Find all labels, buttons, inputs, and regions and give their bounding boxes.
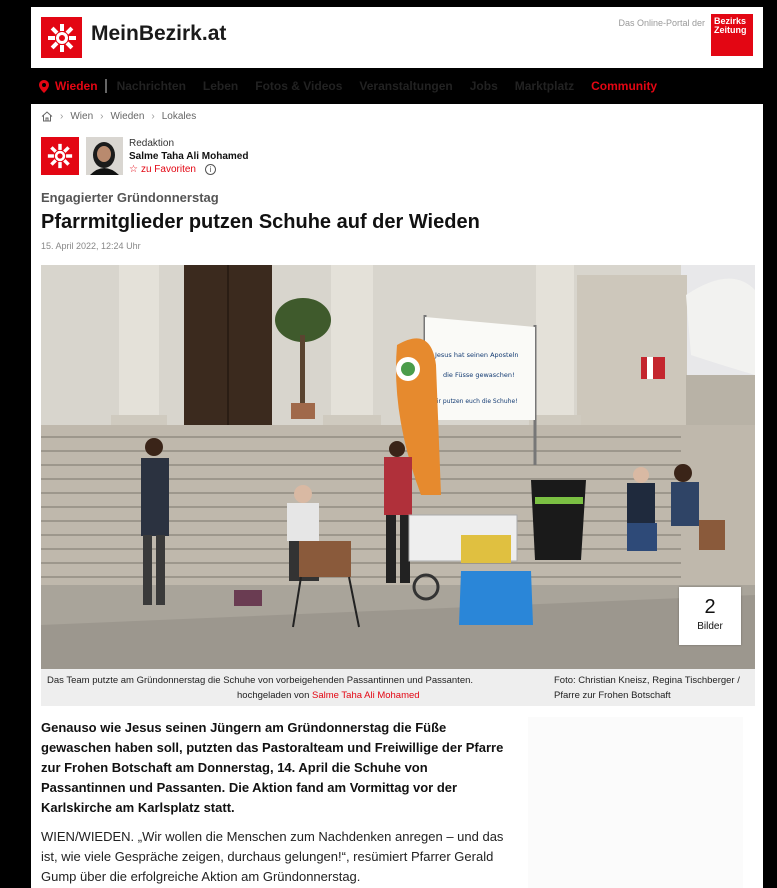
nav-item-leben[interactable]: Leben: [203, 79, 238, 93]
site-header: MeinBezirk.at Das Online-Portal der Bezi…: [31, 7, 763, 67]
article-body: WIEN/WIEDEN. „Wir wollen die Menschen zu…: [41, 829, 504, 884]
nav-label: Wieden: [55, 79, 98, 93]
author-box: Redaktion Salme Taha Ali Mohamed ☆ zu Fa…: [41, 137, 541, 177]
banner-text-2: die Füsse gewaschen!: [443, 371, 515, 379]
article-photo[interactable]: Jesus hat seinen Aposteln die Füsse gewa…: [41, 265, 755, 669]
article-kicker: Engagierter Gründonnerstag: [41, 190, 219, 205]
chevron-right-icon: ›: [60, 111, 64, 122]
location-pin-icon: [39, 79, 49, 93]
main-nav: Wieden Nachrichten Leben Fotos & Videos …: [31, 68, 763, 104]
caption-text: Das Team putzte am Gründonnerstag die Sc…: [47, 675, 474, 686]
nav-item-community[interactable]: Community: [591, 79, 657, 93]
nav-item-wieden[interactable]: Wieden: [39, 79, 107, 93]
article-date: 15. April 2022, 12:24 Uhr: [41, 241, 141, 251]
breadcrumb-wien[interactable]: Wien: [70, 111, 93, 122]
breadcrumb-wieden[interactable]: Wieden: [110, 111, 144, 122]
chevron-right-icon: ›: [151, 111, 155, 122]
portal-text: Das Online-Portal der: [618, 18, 705, 28]
breadcrumb: › Wien › Wieden › Lokales: [41, 111, 196, 122]
nav-item-jobs[interactable]: Jobs: [470, 79, 498, 93]
favorite-button[interactable]: ☆ zu Favoriten i: [129, 164, 216, 175]
photo-caption: Das Team putzte am Gründonnerstag die Sc…: [41, 669, 755, 706]
article-lead: Genauso wie Jesus seinen Jüngern am Grün…: [41, 720, 504, 815]
bezirkszeitung-logo[interactable]: Bezirks Zeitung: [711, 14, 753, 56]
nav-item-veranstaltungen[interactable]: Veranstaltungen: [359, 79, 452, 93]
article-title: Pfarrmitglieder putzen Schuhe auf der Wi…: [41, 211, 480, 233]
photo-count-label: Bilder: [697, 621, 723, 632]
author-avatar[interactable]: [86, 137, 123, 175]
sun-logo-icon: [47, 143, 73, 169]
uploaded-label: hochgeladen von: [237, 690, 310, 701]
nav-item-marktplatz[interactable]: Marktplatz: [515, 79, 574, 93]
breadcrumb-lokales[interactable]: Lokales: [162, 111, 196, 122]
photo-scene: Jesus hat seinen Aposteln die Füsse gewa…: [41, 265, 755, 669]
sun-logo-icon: [47, 23, 76, 52]
brand-logo[interactable]: [41, 17, 82, 58]
photo-count: 2: [704, 596, 716, 618]
favorite-label: zu Favoriten: [140, 164, 196, 175]
nav-item-nachrichten[interactable]: Nachrichten: [117, 79, 186, 93]
redaktion-logo: [41, 137, 79, 175]
page: MeinBezirk.at Das Online-Portal der Bezi…: [31, 7, 763, 888]
nav-item-fotos-videos[interactable]: Fotos & Videos: [255, 79, 342, 93]
author-role: Redaktion: [129, 138, 175, 149]
info-icon[interactable]: i: [205, 164, 216, 175]
banner-text-1: Jesus hat seinen Aposteln: [434, 351, 519, 359]
brand-name[interactable]: MeinBezirk.at: [91, 22, 226, 46]
star-icon: ☆: [129, 164, 138, 175]
chevron-right-icon: ›: [100, 111, 104, 122]
photo-credit: Foto: Christian Kneisz, Regina Tischberg…: [554, 675, 740, 701]
uploader-link[interactable]: Salme Taha Ali Mohamed: [312, 690, 420, 701]
photo-count-badge[interactable]: 2 Bilder: [679, 587, 741, 645]
home-icon[interactable]: [41, 111, 53, 122]
author-name[interactable]: Salme Taha Ali Mohamed: [129, 151, 248, 162]
ad-placeholder: [528, 717, 743, 888]
banner-text-3: Wir putzen euch die Schuhe!: [431, 398, 518, 405]
